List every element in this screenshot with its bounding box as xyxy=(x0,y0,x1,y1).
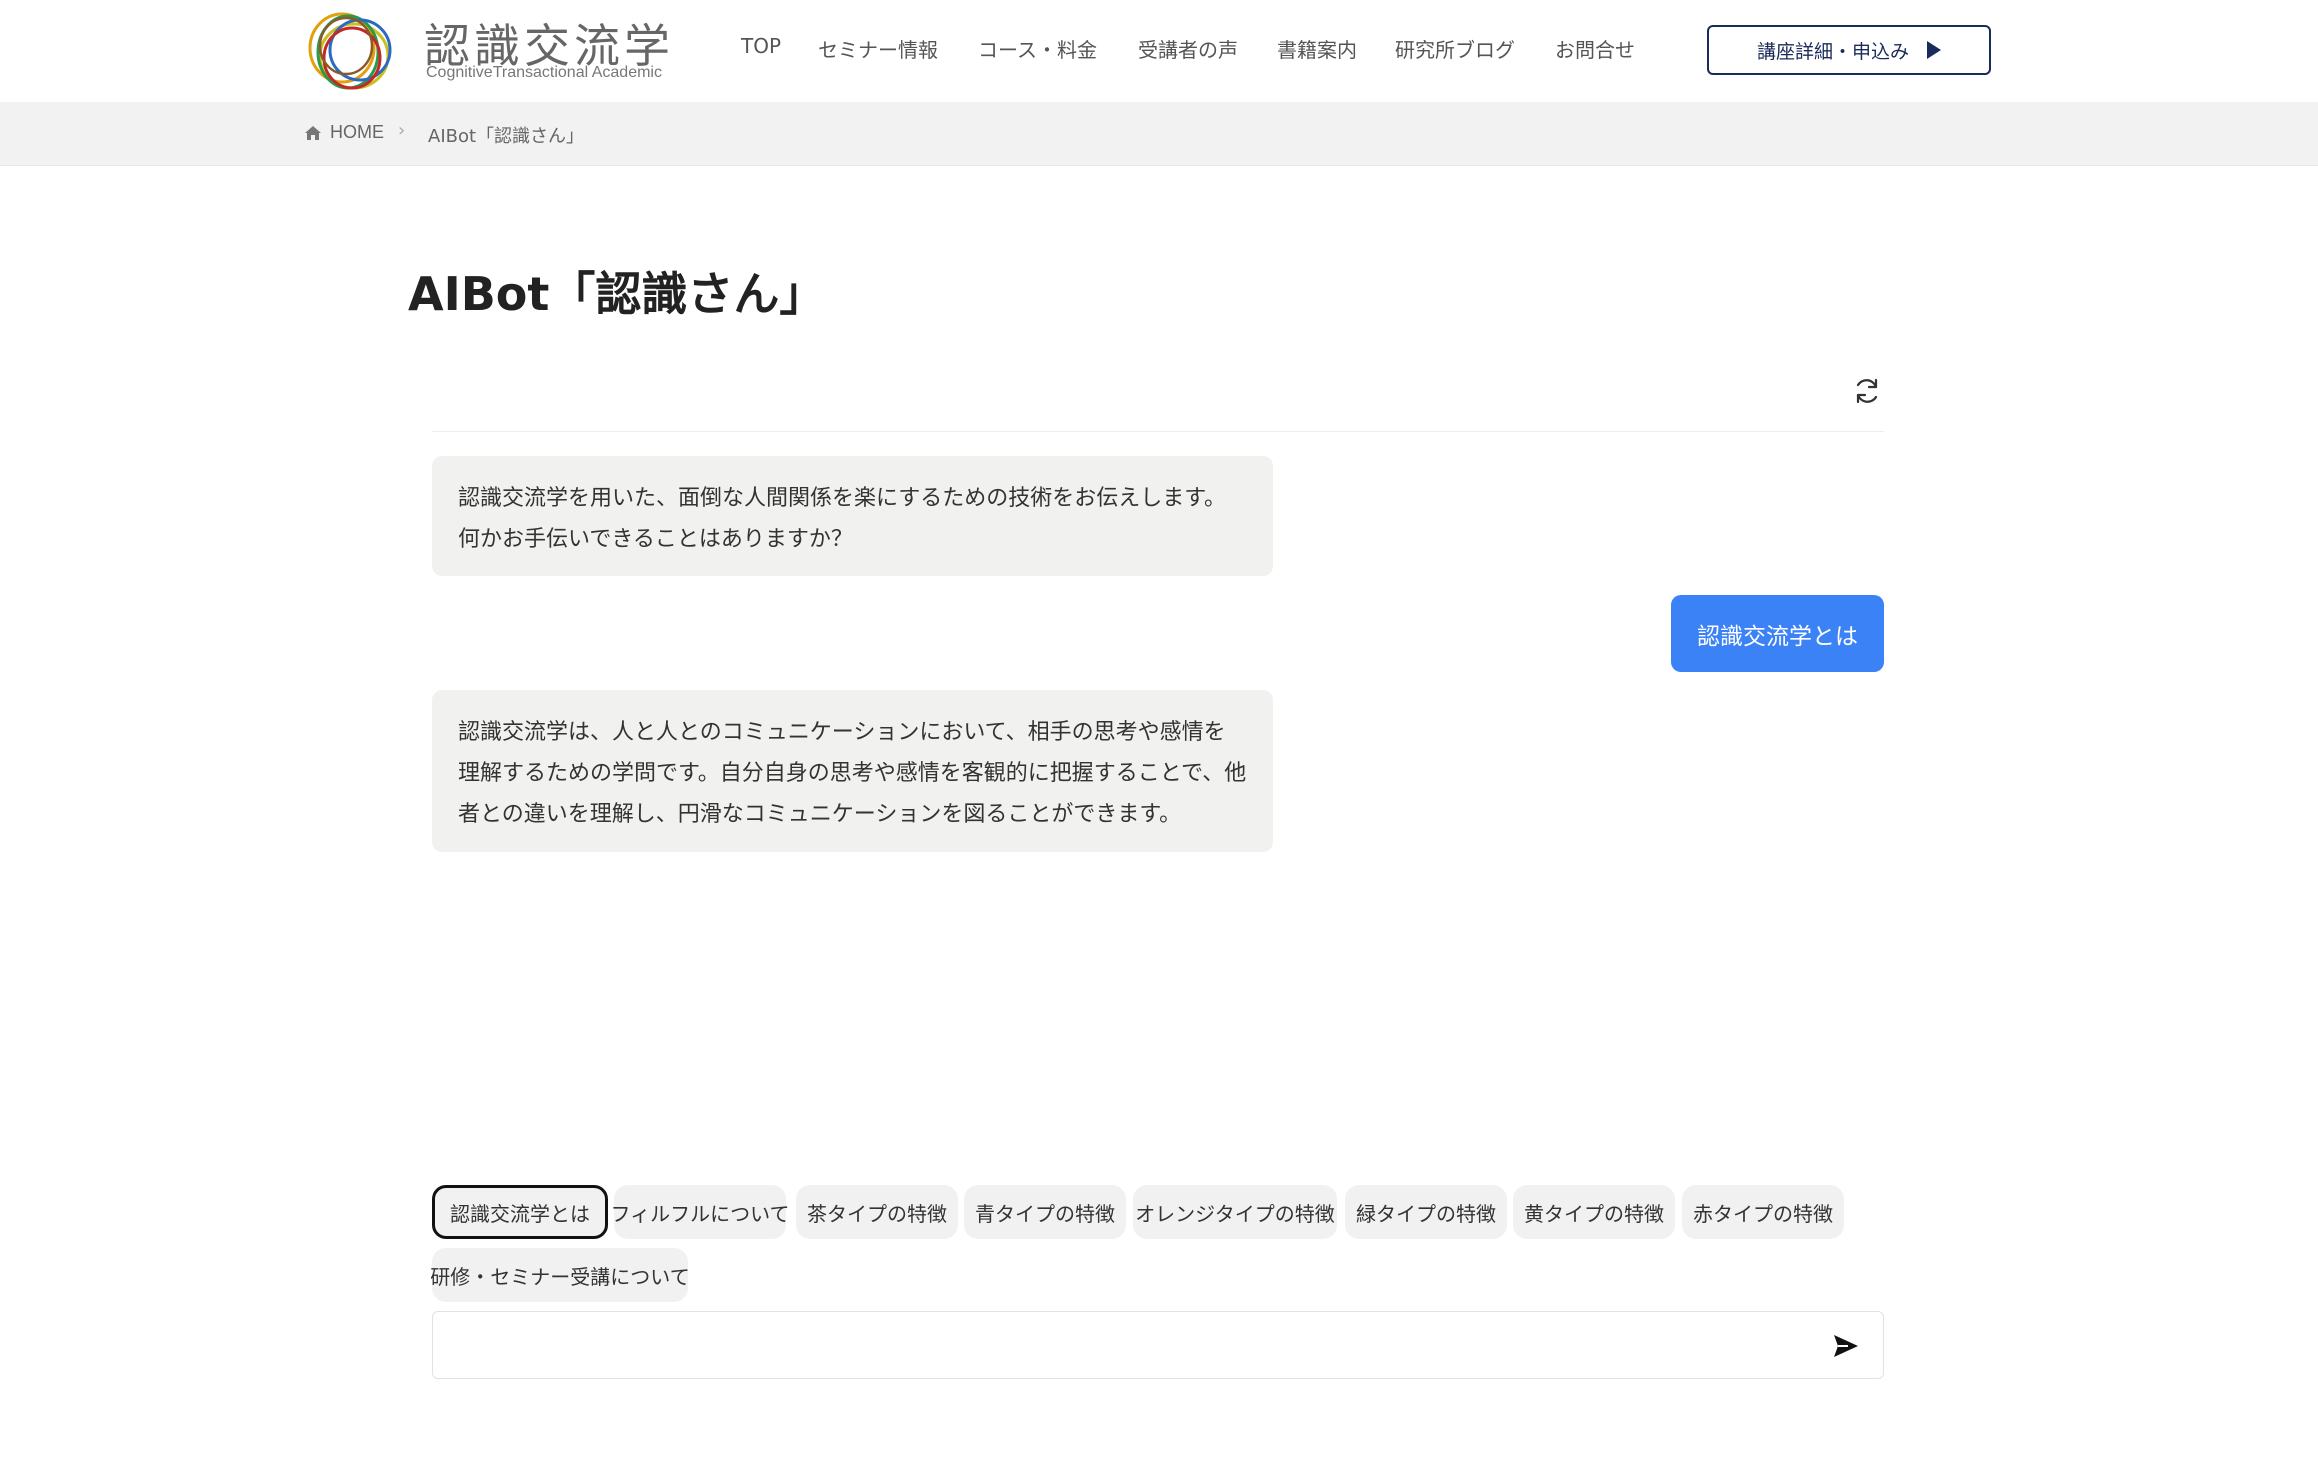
user-message: 認識交流学とは xyxy=(1671,595,1884,672)
page-title: AIBot「認識さん」 xyxy=(408,267,826,321)
send-icon[interactable] xyxy=(1831,1331,1861,1361)
suggestion-chip[interactable]: 黄タイプの特徴 xyxy=(1513,1185,1675,1239)
nav-item-course[interactable]: コース・料金 xyxy=(978,34,1097,63)
apply-button-label: 講座詳細・申込み xyxy=(1756,40,1909,63)
breadcrumb-separator: › xyxy=(398,120,406,141)
breadcrumb-home-label: HOME xyxy=(330,122,384,142)
bot-message: 認識交流学は、人と人とのコミュニケーションにおいて、相手の思考や感情を理解するた… xyxy=(432,690,1273,852)
nav-item-books[interactable]: 書籍案内 xyxy=(1277,34,1357,63)
chat-divider xyxy=(432,431,1884,432)
chat-input[interactable] xyxy=(433,1312,1793,1378)
suggestion-chip[interactable]: フィルフルについて xyxy=(611,1185,790,1239)
logo-subtitle: CognitiveTransactional Academic xyxy=(426,64,662,81)
play-triangle-icon xyxy=(1927,41,1941,59)
refresh-icon[interactable] xyxy=(1852,376,1882,406)
breadcrumb-current: AIBot「認識さん」 xyxy=(428,126,585,147)
site-logo[interactable]: 認識交流学 CognitiveTransactional Academic xyxy=(304,6,684,96)
nav-item-top[interactable]: TOP xyxy=(741,34,781,58)
chat-input-box xyxy=(432,1311,1884,1379)
suggestion-chip[interactable]: 赤タイプの特徴 xyxy=(1682,1185,1844,1239)
suggestion-chip[interactable]: 茶タイプの特徴 xyxy=(796,1185,958,1239)
nav-item-blog[interactable]: 研究所ブログ xyxy=(1395,34,1515,63)
logo-rings-icon xyxy=(308,12,392,90)
breadcrumb-home-link[interactable]: HOME xyxy=(304,122,384,143)
suggestion-chip[interactable]: 研修・セミナー受講について xyxy=(430,1248,690,1302)
site-header: 認識交流学 CognitiveTransactional Academic TO… xyxy=(0,0,2318,102)
home-icon xyxy=(305,125,321,140)
bot-message: 認識交流学を用いた、面倒な人間関係を楽にするための技術をお伝えします。何かお手伝… xyxy=(432,456,1273,576)
suggestion-chip[interactable]: オレンジタイプの特徴 xyxy=(1133,1185,1337,1239)
nav-item-voices[interactable]: 受講者の声 xyxy=(1138,34,1238,63)
suggestion-chip[interactable]: 認識交流学とは xyxy=(432,1185,608,1239)
nav-item-contact[interactable]: お問合せ xyxy=(1555,34,1635,63)
suggestion-chip[interactable]: 緑タイプの特徴 xyxy=(1345,1185,1507,1239)
nav-item-seminar[interactable]: セミナー情報 xyxy=(818,34,938,63)
apply-button[interactable]: 講座詳細・申込み xyxy=(1707,25,1991,75)
suggestion-chip[interactable]: 青タイプの特徴 xyxy=(964,1185,1126,1239)
breadcrumb: HOME › AIBot「認識さん」 xyxy=(0,102,2318,166)
